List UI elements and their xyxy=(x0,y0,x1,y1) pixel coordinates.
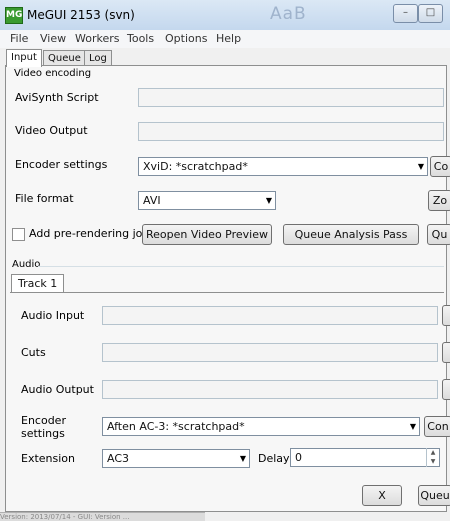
video-output-label: Video Output xyxy=(15,124,88,137)
audio-section-divider xyxy=(38,266,444,267)
menu-options[interactable]: Options xyxy=(165,32,207,45)
minimize-button[interactable]: – xyxy=(393,4,418,23)
video-encoder-value: XviD: *scratchpad* xyxy=(143,160,248,173)
video-config-button[interactable]: Co xyxy=(430,156,450,177)
remove-track-button[interactable]: X xyxy=(362,485,402,506)
cuts-field[interactable] xyxy=(102,343,438,362)
delay-label: Delay xyxy=(258,452,290,465)
extension-value: AC3 xyxy=(107,452,130,465)
audio-encoder-label-line1: Encoder xyxy=(21,414,66,427)
prerender-label: Add pre-rendering job xyxy=(29,227,150,240)
chevron-down-icon: ▼ xyxy=(239,454,246,463)
prerender-checkbox[interactable] xyxy=(12,228,25,241)
avisynth-label: AviSynth Script xyxy=(15,91,99,104)
audio-output-label: Audio Output xyxy=(21,383,94,396)
delay-input[interactable]: 0 ▲ ▼ xyxy=(290,448,440,467)
menu-file[interactable]: File xyxy=(10,32,28,45)
delay-spinner-icon[interactable]: ▲ ▼ xyxy=(426,448,439,467)
queue-analysis-button[interactable]: Queue Analysis Pass xyxy=(283,224,419,245)
menu-bar: File View Workers Tools Options Help xyxy=(0,30,450,48)
window-title: MeGUI 2153 (svn) xyxy=(27,8,135,22)
file-format-select[interactable]: AVI ▼ xyxy=(138,191,276,210)
background-ghost-text: AaB xyxy=(270,4,307,24)
audio-input-field[interactable] xyxy=(102,306,438,325)
audio-input-browse-button[interactable] xyxy=(442,305,450,326)
menu-workers[interactable]: Workers xyxy=(75,32,119,45)
video-output-input[interactable] xyxy=(138,122,444,141)
audio-output-field[interactable] xyxy=(102,380,438,399)
zones-button[interactable]: Zo xyxy=(428,190,450,211)
tab-track-1[interactable]: Track 1 xyxy=(11,274,65,292)
audio-encoder-select[interactable]: Aften AC-3: *scratchpad* ▼ xyxy=(102,417,420,436)
extension-label: Extension xyxy=(21,452,76,465)
video-queue-button[interactable]: Qu xyxy=(427,224,450,245)
chevron-down-icon: ▼ xyxy=(265,196,272,205)
audio-input-label: Audio Input xyxy=(21,309,85,322)
audio-config-button[interactable]: Con xyxy=(424,416,450,437)
video-encoder-select[interactable]: XviD: *scratchpad* ▼ xyxy=(138,157,428,176)
reopen-preview-button[interactable]: Reopen Video Preview xyxy=(142,224,272,245)
menu-view[interactable]: View xyxy=(40,32,66,45)
chevron-down-icon: ▼ xyxy=(409,422,416,431)
file-format-label: File format xyxy=(15,192,74,205)
delay-value: 0 xyxy=(295,451,302,464)
extension-select[interactable]: AC3 ▼ xyxy=(102,449,250,468)
track-tab-border xyxy=(10,292,444,293)
app-icon: MG xyxy=(5,7,23,24)
file-format-value: AVI xyxy=(143,194,161,207)
audio-queue-button[interactable]: Queu xyxy=(418,485,450,506)
tab-input[interactable]: Input xyxy=(6,49,42,67)
avisynth-input[interactable] xyxy=(138,88,444,107)
cuts-browse-button[interactable] xyxy=(442,342,450,363)
video-encoder-label: Encoder settings xyxy=(15,158,108,171)
audio-section-label: Audio xyxy=(12,259,41,270)
maximize-button[interactable]: □ xyxy=(418,4,443,23)
menu-tools[interactable]: Tools xyxy=(127,32,154,45)
audio-output-browse-button[interactable] xyxy=(442,379,450,400)
menu-help[interactable]: Help xyxy=(216,32,241,45)
title-bar: MG MeGUI 2153 (svn) AaB – □ xyxy=(0,0,450,31)
video-section-label: Video encoding xyxy=(14,68,92,79)
audio-encoder-value: Aften AC-3: *scratchpad* xyxy=(107,420,245,433)
cuts-label: Cuts xyxy=(21,346,46,359)
audio-encoder-label-line2: settings xyxy=(21,427,65,440)
chevron-down-icon: ▼ xyxy=(417,162,424,171)
